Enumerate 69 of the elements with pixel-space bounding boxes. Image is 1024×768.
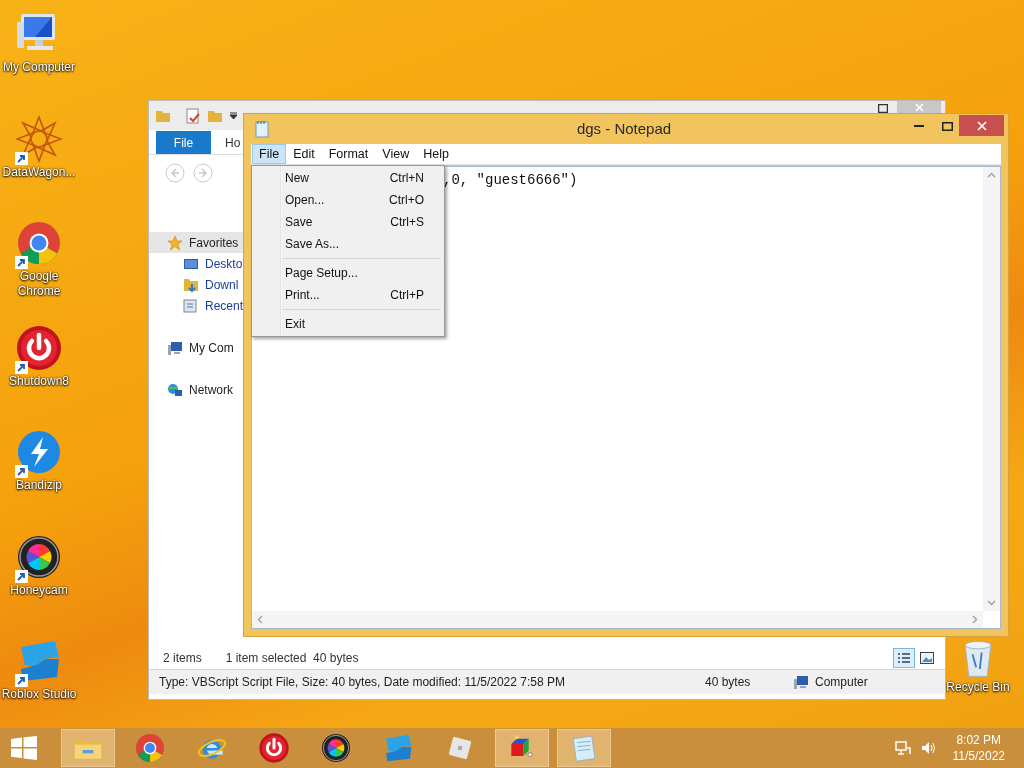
power-icon	[258, 732, 290, 764]
nav-item[interactable]: My Com	[149, 337, 244, 358]
volume-icon[interactable]	[920, 740, 937, 756]
menu-item[interactable]: View	[375, 144, 417, 164]
nav-label: Favorites	[189, 234, 239, 252]
menu-item[interactable]: Edit	[286, 144, 322, 164]
list-icon	[897, 652, 911, 664]
forward-icon[interactable]	[193, 163, 213, 183]
menu-option[interactable]: Open... Ctrl+O	[252, 189, 444, 211]
star-icon	[167, 234, 183, 251]
nav-item[interactable]: Favorites	[149, 232, 244, 253]
menu-option[interactable]: Exit	[252, 313, 444, 335]
horizontal-scrollbar[interactable]	[252, 611, 983, 628]
ribbon-tab[interactable]: Ho	[211, 131, 241, 154]
scroll-left-icon[interactable]	[257, 615, 263, 624]
menu-item[interactable]: Format	[321, 144, 376, 164]
menu-option[interactable]: Save Ctrl+S	[252, 211, 444, 233]
notepad-icon[interactable]	[254, 120, 270, 138]
document-text: ,0, "guest6666")	[443, 171, 578, 190]
scroll-right-icon[interactable]	[972, 615, 978, 624]
picture-icon	[920, 652, 934, 664]
close-icon	[914, 103, 924, 112]
ribbon-tab[interactable]: File	[156, 131, 211, 154]
details-view-button[interactable]	[893, 648, 915, 668]
scroll-down-icon[interactable]	[987, 600, 996, 606]
item-count: 2 items	[163, 650, 202, 667]
round-logo-icon	[134, 732, 166, 764]
download-folder-icon	[183, 276, 199, 293]
menu-option[interactable]: Save As...	[252, 233, 444, 255]
nav-item[interactable]: Downl	[149, 274, 244, 295]
nav-label: Deskto	[205, 255, 243, 273]
nav-item[interactable]: Recent	[149, 295, 244, 316]
file-size: 40 bytes	[705, 674, 752, 691]
nav-label: Recent	[205, 297, 244, 315]
taskbar-app-button[interactable]	[495, 729, 549, 767]
nav-label: Downl	[205, 276, 239, 294]
back-icon[interactable]	[165, 163, 185, 183]
menu-item[interactable]: Help	[416, 144, 456, 164]
nav-label: Network	[189, 381, 233, 399]
maximize-icon	[878, 104, 888, 113]
power-icon	[15, 323, 63, 372]
file-details: Type: VBScript Script File, Size: 40 bytes, Date modified: 11/5/2022 7:58 PM	[159, 674, 566, 691]
window-title: dgs - Notepad	[576, 118, 672, 139]
network-icon[interactable]	[894, 740, 911, 756]
nav-label: My Com	[189, 339, 234, 357]
menu-item[interactable]: File	[252, 144, 287, 164]
maximize-icon	[941, 121, 953, 131]
menu-option[interactable]: New Ctrl+N	[252, 167, 444, 189]
mandala-icon	[15, 114, 63, 163]
round-logo-icon	[15, 219, 63, 267]
recent-places-icon	[183, 297, 199, 314]
four-panes-icon	[11, 736, 37, 760]
computer-icon	[793, 674, 809, 690]
minimize-icon	[914, 124, 924, 128]
document-check-icon[interactable]	[185, 107, 201, 124]
nav-item[interactable]: Deskto	[149, 253, 244, 274]
menu-option[interactable]: Page Setup...	[252, 262, 444, 284]
color-wheel-icon	[320, 732, 352, 764]
lightning-icon	[15, 428, 63, 476]
menu-option[interactable]: Print... Ctrl+P	[252, 284, 444, 306]
location-zone: Computer	[815, 674, 868, 691]
dropdown-icon[interactable]	[229, 111, 238, 120]
selection-info: 1 item selected 40 bytes	[225, 650, 359, 667]
computer-icon	[167, 339, 183, 356]
scroll-up-icon[interactable]	[987, 172, 996, 178]
vertical-scrollbar[interactable]	[983, 167, 1000, 611]
close-icon	[976, 120, 987, 131]
network-icon	[167, 381, 183, 398]
nav-item[interactable]: Network	[149, 379, 244, 400]
